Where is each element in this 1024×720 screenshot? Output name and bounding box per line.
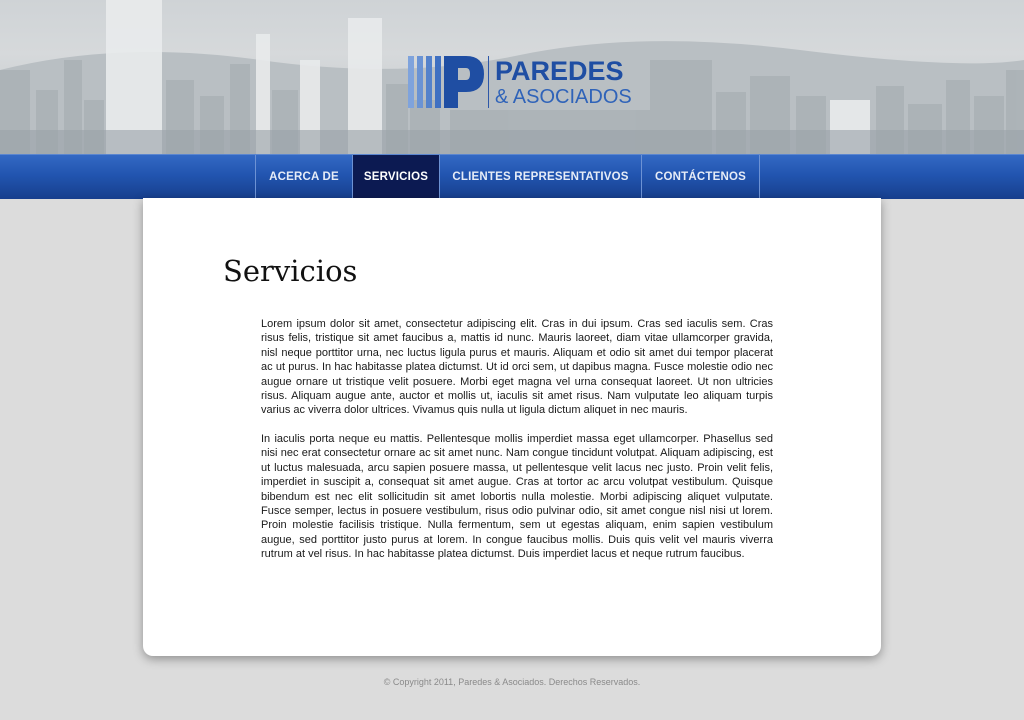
footer-copyright: © Copyright 2011, Paredes & Asociados. D…	[383, 677, 641, 687]
nav-item-servicios[interactable]: SERVICIOS	[353, 155, 440, 205]
nav-item-acerca-de[interactable]: ACERCA DE	[256, 155, 353, 199]
company-logo[interactable]: PAREDES & ASOCIADOS	[408, 56, 632, 108]
content-paragraph-1: Lorem ipsum dolor sit amet, consectetur …	[261, 318, 773, 417]
nav-item-contactenos[interactable]: CONTÁCTENOS	[642, 155, 760, 199]
logo-text: PAREDES & ASOCIADOS	[495, 55, 632, 108]
page-title: Servicios	[223, 254, 358, 288]
company-name: PAREDES	[495, 55, 624, 86]
company-subtitle: & ASOCIADOS	[495, 85, 632, 108]
logo-mark-icon	[408, 56, 484, 108]
nav-item-clientes-representativos[interactable]: CLIENTES REPRESENTATIVOS	[440, 155, 642, 199]
main-navigation: ACERCA DE SERVICIOS CLIENTES REPRESENTAT…	[255, 155, 760, 205]
main-navigation-bar: ACERCA DE SERVICIOS CLIENTES REPRESENTAT…	[0, 154, 1024, 205]
content-paragraph-2: In iaculis porta neque eu mattis. Pellen…	[261, 433, 773, 561]
logo-divider	[488, 56, 489, 108]
header-banner: PAREDES & ASOCIADOS	[0, 0, 1024, 154]
content-card: Servicios Lorem ipsum dolor sit amet, co…	[143, 198, 881, 656]
